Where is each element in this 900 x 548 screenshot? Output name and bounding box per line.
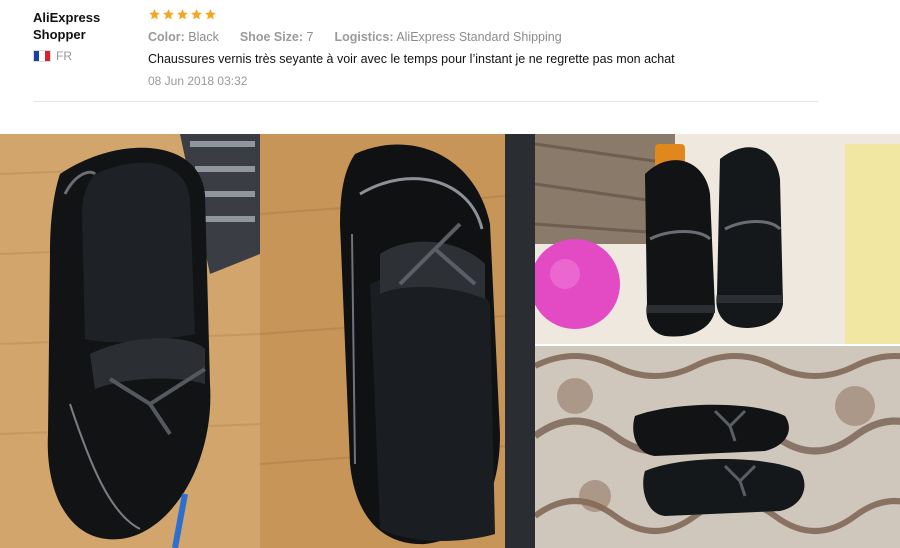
reviewer-country: FR xyxy=(33,49,72,63)
review-comment: Chaussures vernis très seyante à voir av… xyxy=(148,52,675,66)
review-photos xyxy=(0,134,900,548)
star-icon xyxy=(163,9,174,20)
attr-logistics-key: Logistics: xyxy=(334,30,394,44)
france-flag-icon xyxy=(33,50,51,62)
review-attributes: Color: Black Shoe Size: 7 Logistics: Ali… xyxy=(148,30,562,44)
star-rating xyxy=(148,8,217,21)
star-icon xyxy=(149,9,160,20)
attr-color-key: Color: xyxy=(148,30,185,44)
reviewer-name: AliExpress Shopper xyxy=(33,10,101,42)
shoe-pair-on-rug-photo[interactable] xyxy=(535,346,900,548)
attr-size-key: Shoe Size: xyxy=(239,30,304,44)
shoe-angled-photo[interactable] xyxy=(260,134,535,548)
country-code: FR xyxy=(56,49,72,63)
attr-color-value: Black xyxy=(188,30,219,44)
star-icon xyxy=(191,9,202,20)
attr-logistics-value: AliExpress Standard Shipping xyxy=(396,30,562,44)
divider xyxy=(33,101,818,102)
review-card: AliExpress Shopper FR Color: Black Shoe … xyxy=(0,0,900,118)
shoe-top-view-photo[interactable] xyxy=(0,134,260,548)
star-icon xyxy=(177,9,188,20)
review-date: 08 Jun 2018 03:32 xyxy=(148,74,248,88)
star-icon xyxy=(205,9,216,20)
attr-size-value: 7 xyxy=(306,30,314,44)
shoe-pair-on-sofa-photo[interactable] xyxy=(535,134,900,344)
